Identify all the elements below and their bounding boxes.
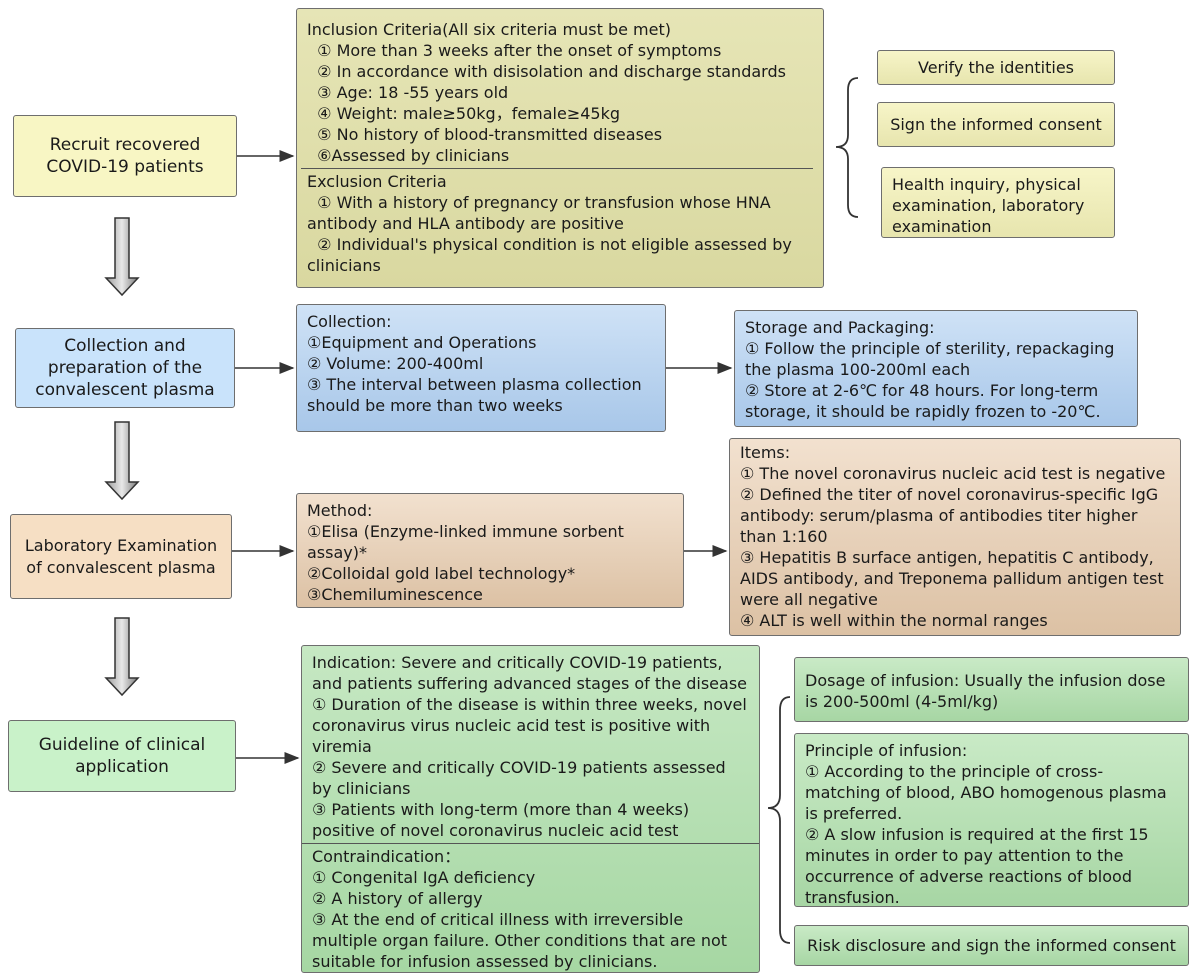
- indication-divider: [302, 843, 759, 844]
- inclusion-item: ② In accordance with disisolation and di…: [307, 62, 786, 81]
- stage-recruit-label: Recruit recovered COVID-19 patients: [46, 135, 204, 177]
- criteria-box: Inclusion Criteria(All six criteria must…: [296, 8, 824, 288]
- down-arrow-3: [104, 617, 140, 697]
- dosage-box: Dosage of infusion: Usually the infusion…: [794, 657, 1189, 722]
- exclusion-item: ① With a history of pregnancy or transfu…: [307, 193, 776, 233]
- recruit-step-verify: Verify the identities: [877, 50, 1115, 85]
- dosage-text: Dosage of infusion: Usually the infusion…: [805, 671, 1166, 711]
- principle-item: ② A slow infusion is required at the fir…: [805, 825, 1149, 907]
- contraindication-title: Contraindication：: [312, 847, 461, 866]
- exclusion-item: ② Individual's physical condition is not…: [307, 235, 797, 275]
- method-item: ③Chemiluminescence: [307, 585, 483, 604]
- collection-item: ①Equipment and Operations: [307, 333, 537, 352]
- lab-items-title: Items:: [740, 443, 791, 462]
- recruit-step-health: Health inquiry, physical examination, la…: [881, 167, 1115, 238]
- lab-item: ② Defined the titer of novel coronavirus…: [740, 485, 1159, 546]
- collection-item: ② Volume: 200-400ml: [307, 354, 484, 373]
- method-item: ①Elisa (Enzyme-linked immune sorbent ass…: [307, 522, 624, 562]
- criteria-divider: [301, 168, 813, 169]
- indication-title: Indication: Severe and critically COVID-…: [312, 653, 748, 693]
- method-item: ②Colloidal gold label technology*: [307, 564, 576, 583]
- lab-items-box: Items: ① The novel coronavirus nucleic a…: [729, 438, 1181, 636]
- inclusion-title: Inclusion Criteria(All six criteria must…: [307, 20, 671, 39]
- principle-item: ① According to the principle of cross-ma…: [805, 762, 1167, 823]
- stage-guideline-label: Guideline of clinical application: [38, 735, 206, 777]
- collection-box: Collection: ①Equipment and Operations ② …: [296, 304, 666, 432]
- inclusion-item: ③ Age: 18 -55 years old: [307, 83, 509, 102]
- method-title: Method:: [307, 501, 373, 520]
- exclusion-title: Exclusion Criteria: [307, 172, 447, 191]
- indication-item: ③ Patients with long-term (more than 4 w…: [312, 800, 690, 840]
- brace-recruit: [835, 77, 859, 218]
- indication-box: Indication: Severe and critically COVID-…: [301, 645, 760, 973]
- storage-title: Storage and Packaging:: [745, 318, 935, 337]
- storage-item: ② Store at 2-6℃ for 48 hours. For long-t…: [745, 381, 1101, 421]
- storage-box: Storage and Packaging: ① Follow the prin…: [734, 310, 1138, 427]
- inclusion-item: ④ Weight: male≥50kg，female≥45kg: [307, 104, 621, 123]
- brace-infusion: [767, 696, 791, 944]
- method-box: Method: ①Elisa (Enzyme-linked immune sor…: [296, 493, 684, 608]
- lab-item: ① The novel coronavirus nucleic acid tes…: [740, 464, 1166, 483]
- contraindication-item: ① Congenital IgA deficiency: [312, 868, 536, 887]
- down-arrow-2: [104, 421, 140, 501]
- contraindication-item: ② A history of allergy: [312, 889, 483, 908]
- stage-guideline: Guideline of clinical application: [8, 720, 236, 792]
- stage-recruit: Recruit recovered COVID-19 patients: [13, 115, 237, 197]
- recruit-step-label: Verify the identities: [917, 58, 1075, 77]
- risk-box: Risk disclosure and sign the informed co…: [794, 925, 1189, 966]
- recruit-step-consent: Sign the informed consent: [877, 102, 1115, 147]
- stage-lab: Laboratory Examination of convalescent p…: [10, 514, 232, 599]
- recruit-step-label: Health inquiry, physical examination, la…: [892, 175, 1085, 236]
- inclusion-item: ① More than 3 weeks after the onset of s…: [307, 41, 722, 60]
- principle-title: Principle of infusion:: [805, 741, 968, 760]
- indication-item: ① Duration of the disease is within thre…: [312, 695, 747, 756]
- contraindication-item: ③ At the end of critical illness with ir…: [312, 910, 728, 971]
- inclusion-item: ⑥Assessed by clinicians: [307, 146, 510, 165]
- recruit-step-label: Sign the informed consent: [890, 115, 1102, 134]
- lab-item: ③ Hepatitis B surface antigen, hepatitis…: [740, 548, 1164, 609]
- storage-item: ① Follow the principle of sterility, rep…: [745, 339, 1115, 379]
- stage-collection-label: Collection and preparation of the conval…: [35, 336, 215, 400]
- collection-item: ③ The interval between plasma collection…: [307, 375, 642, 415]
- inclusion-item: ⑤ No history of blood-transmitted diseas…: [307, 125, 663, 144]
- indication-item: ② Severe and critically COVID-19 patient…: [312, 758, 726, 798]
- collection-title: Collection:: [307, 312, 392, 331]
- stage-collection: Collection and preparation of the conval…: [15, 328, 235, 408]
- lab-item: ④ ALT is well within the normal ranges: [740, 611, 1048, 630]
- stage-lab-label: Laboratory Examination of convalescent p…: [24, 535, 218, 577]
- risk-text: Risk disclosure and sign the informed co…: [807, 936, 1176, 955]
- down-arrow-1: [104, 217, 140, 297]
- principle-box: Principle of infusion: ① According to th…: [794, 733, 1189, 907]
